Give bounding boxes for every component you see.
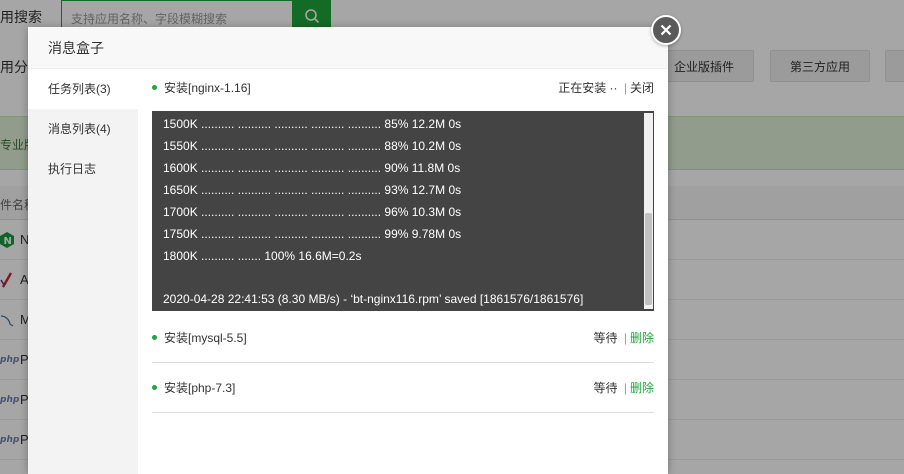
message-box-dialog: 消息盒子 任务列表(3) 消息列表(4) 执行日志 安装[nginx-1.16]… (28, 15, 681, 474)
task-name: 安装[mysql-5.5] (164, 331, 247, 345)
log-line: 1800K .......... ....... 100% 16.6M=0.2s (163, 249, 362, 263)
task-name: 安装[php-7.3] (164, 381, 236, 395)
task-actions: 等待 | 删除 (594, 313, 655, 363)
close-icon (660, 24, 672, 36)
close-button[interactable] (651, 15, 681, 45)
close-task-link[interactable]: 关闭 (630, 81, 654, 95)
install-log-console[interactable]: 1500K .......... .......... .......... .… (152, 111, 654, 311)
separator: | (623, 381, 627, 395)
status-dot (152, 335, 157, 341)
tab-task-list[interactable]: 任务列表(3) (28, 69, 138, 109)
log-line: 1600K .......... .......... .......... .… (163, 161, 461, 175)
task-list: 安装[nginx-1.16] 正在安装 ·· | 关闭 1500K .......… (152, 69, 654, 474)
task-item-php: 安装[php-7.3] 等待 | 删除 (152, 363, 654, 413)
log-line: 1550K .......... .......... .......... .… (163, 139, 462, 153)
log-line: 1700K .......... .......... .......... .… (163, 205, 462, 219)
log-line: 1500K .......... .......... .......... .… (163, 117, 462, 131)
task-item-mysql: 安装[mysql-5.5] 等待 | 删除 (152, 313, 654, 363)
log-lines: 1500K .......... .......... .......... .… (163, 113, 461, 267)
status-dot (152, 85, 157, 91)
task-status: 等待 (593, 331, 618, 345)
task-status: 正在安装 ·· (558, 81, 618, 95)
console-scrollbar[interactable] (644, 113, 653, 309)
scrollbar-thumb[interactable] (645, 213, 652, 305)
tab-message-list[interactable]: 消息列表(4) (28, 109, 138, 149)
task-name: 安装[nginx-1.16] (164, 81, 251, 95)
separator: | (623, 81, 627, 95)
dialog-title: 消息盒子 (28, 27, 668, 69)
log-line-saved: 2020-04-28 22:41:53 (8.30 MB/s) - ‘bt-ng… (163, 292, 584, 306)
log-line: 1750K .......... .......... .......... .… (163, 227, 462, 241)
delete-task-link[interactable]: 删除 (630, 331, 654, 345)
task-actions: 等待 | 删除 (594, 363, 655, 413)
separator: | (623, 331, 627, 345)
dialog-body: 任务列表(3) 消息列表(4) 执行日志 安装[nginx-1.16] 正在安装… (28, 69, 668, 474)
dialog-sidebar: 任务列表(3) 消息列表(4) 执行日志 (28, 69, 138, 474)
tab-execution-log[interactable]: 执行日志 (28, 149, 138, 189)
delete-task-link[interactable]: 删除 (630, 381, 654, 395)
task-status: 等待 (593, 381, 618, 395)
status-dot (152, 385, 157, 391)
task-item-nginx: 安装[nginx-1.16] 正在安装 ·· | 关闭 (152, 69, 654, 107)
task-actions: 正在安装 ·· | 关闭 (558, 69, 654, 107)
log-line: 1650K .......... .......... .......... .… (163, 183, 462, 197)
